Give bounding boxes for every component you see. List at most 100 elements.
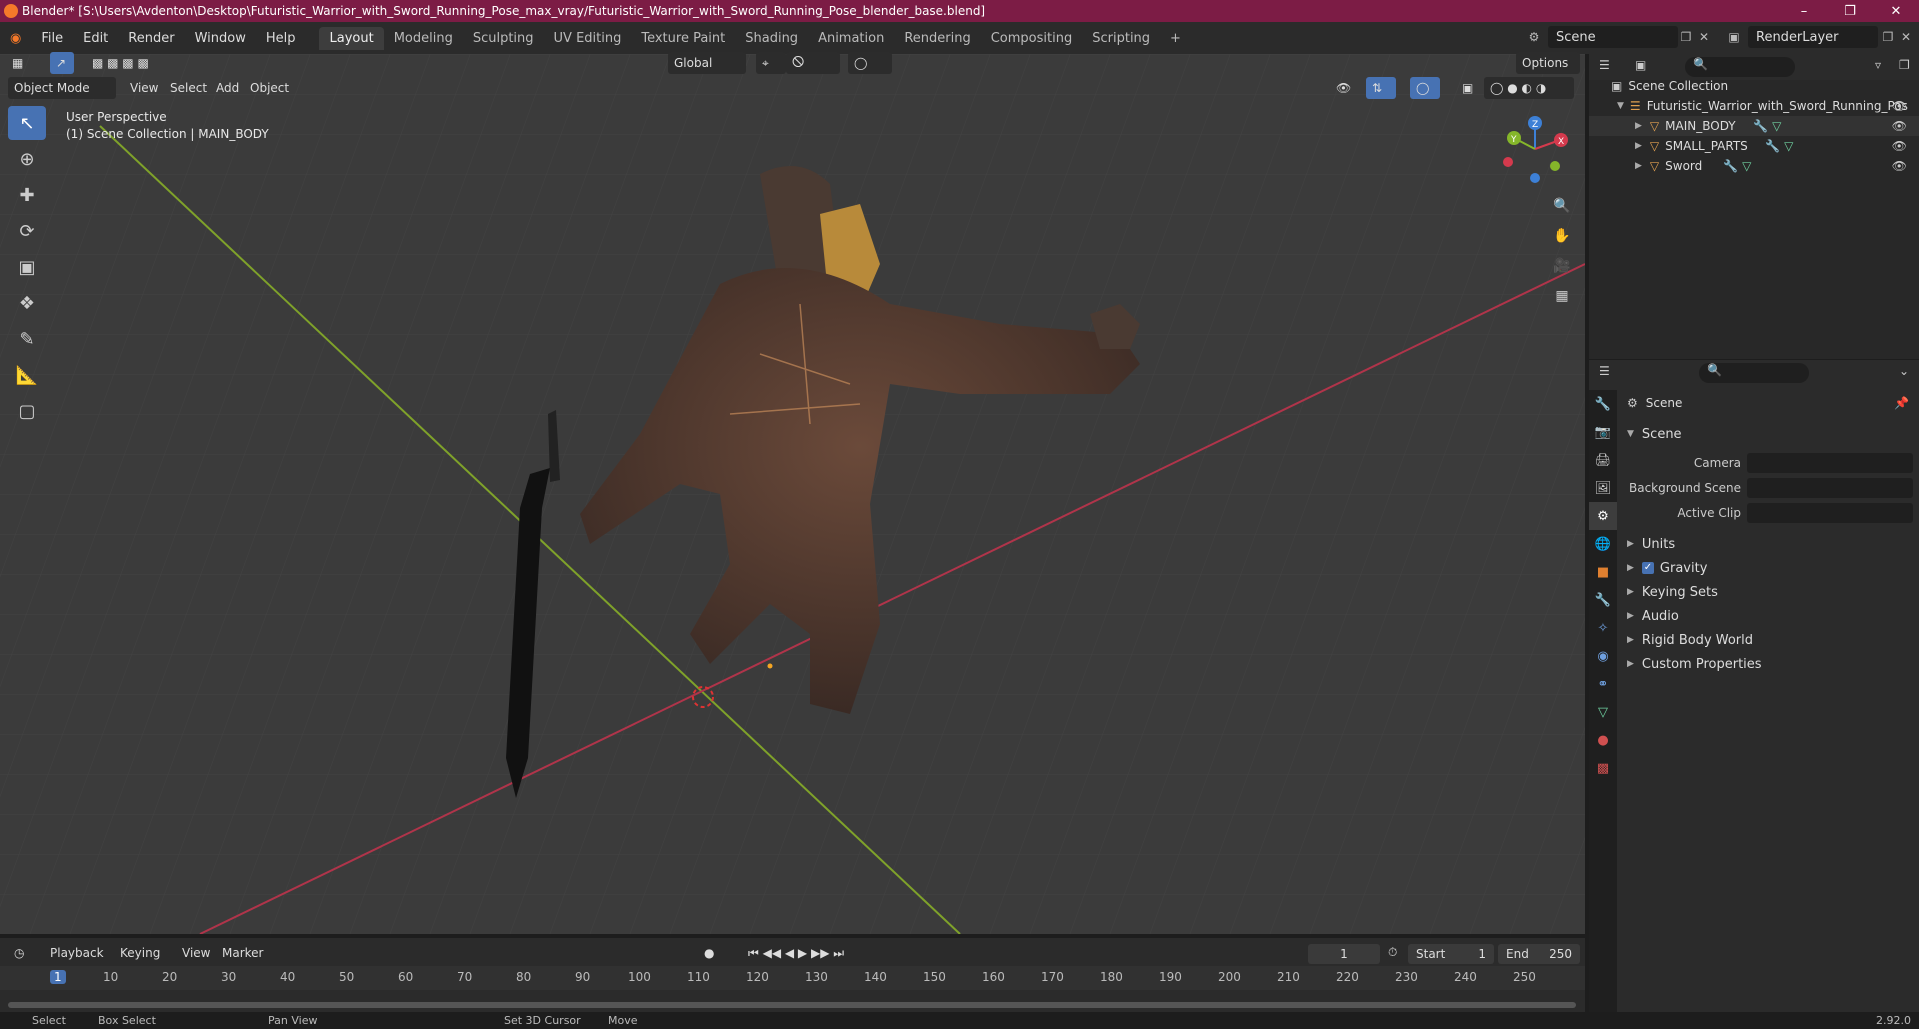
camera-field[interactable] (1747, 453, 1913, 473)
auto-keying-icon[interactable]: ● (698, 942, 728, 964)
new-layer-icon[interactable]: ❐ (1878, 26, 1898, 48)
mesh-data-icon[interactable]: ▽ (1772, 119, 1781, 133)
outliner-object[interactable]: ▶ ▽ MAIN_BODY 🔧 ▽ 👁 (1589, 116, 1919, 136)
properties-options-icon[interactable]: ⌄ (1899, 364, 1909, 378)
audio-panel-header[interactable]: ▶ Audio (1617, 605, 1917, 627)
constraints-tab-icon[interactable]: ⚭ (1589, 670, 1617, 698)
keying-sets-panel-header[interactable]: ▶ Keying Sets (1617, 581, 1917, 603)
tab-layout[interactable]: Layout (319, 26, 384, 50)
rigid-body-panel-header[interactable]: ▶ Rigid Body World (1617, 629, 1917, 651)
delete-layer-icon[interactable]: ✕ (1896, 26, 1916, 48)
zoom-icon[interactable]: 🔍 (1548, 192, 1576, 220)
pin-icon[interactable]: 📌 (1894, 396, 1909, 410)
menu-window[interactable]: Window (185, 22, 256, 54)
scene-panel-header[interactable]: ▼ Scene (1617, 423, 1917, 445)
outliner-editor-type-icon[interactable]: ☰ (1599, 58, 1610, 72)
minimize-icon[interactable]: – (1781, 0, 1827, 22)
gravity-panel-header[interactable]: ▶ ✓ Gravity (1617, 557, 1917, 579)
snap-button[interactable]: 🛇 (786, 52, 840, 74)
transform-tool-icon[interactable]: ❖ (8, 286, 46, 320)
tab-scripting[interactable]: Scripting (1082, 27, 1160, 50)
move-tool-icon[interactable]: ✚ (8, 178, 46, 212)
shading-modes[interactable]: ◯ ● ◐ ◑ (1484, 77, 1574, 99)
editor-type-button[interactable]: ▦ (6, 52, 36, 74)
collapse-icon[interactable]: ▼ (1617, 101, 1624, 111)
modifier-icon[interactable]: 🔧 (1765, 139, 1780, 153)
display-mode-icon[interactable]: ▣ (1635, 58, 1646, 72)
add-cube-tool-icon[interactable]: ▢ (8, 394, 46, 428)
tab-rendering[interactable]: Rendering (894, 27, 980, 50)
options-dropdown[interactable]: Options (1516, 52, 1580, 74)
object-tab-icon[interactable]: ■ (1589, 558, 1617, 586)
playback-controls[interactable]: ⏮ ◀◀ ◀ ▶ ▶▶ ⏭ (742, 942, 862, 964)
mesh-data-icon[interactable]: ▽ (1784, 139, 1793, 153)
3d-viewport[interactable] (0, 54, 1585, 934)
menu-render[interactable]: Render (118, 22, 184, 54)
xray-icon[interactable]: ▣ (1456, 77, 1478, 99)
modifier-tab-icon[interactable]: 🔧 (1589, 586, 1617, 614)
tool-tab-icon[interactable]: 🔧 (1589, 390, 1617, 418)
proportional-edit-button[interactable]: ◯ (848, 52, 892, 74)
blender-menu-icon[interactable]: ◉ (0, 22, 31, 54)
timer-icon[interactable]: ⏱ (1388, 945, 1397, 960)
timeline-scrollbar[interactable] (8, 1002, 1576, 1008)
end-frame-field[interactable]: End 250 (1498, 944, 1580, 964)
outliner-search-input[interactable]: 🔍 (1685, 57, 1795, 77)
timeline-editor-type[interactable]: ◷ (8, 942, 40, 964)
render-layer-selector[interactable]: RenderLayer (1748, 26, 1878, 48)
visibility-eye-icon[interactable]: 👁 (1892, 119, 1907, 133)
scene-type-icon[interactable]: ⚙ (1524, 26, 1544, 48)
visibility-eye-icon[interactable]: 👁 (1892, 99, 1907, 113)
properties-search-input[interactable]: 🔍 (1699, 363, 1809, 383)
tab-uv-editing[interactable]: UV Editing (544, 27, 632, 50)
visibility-icon[interactable]: 👁 (1330, 77, 1360, 99)
background-scene-field[interactable] (1747, 478, 1913, 498)
cursor-tool-icon[interactable]: ⊕ (8, 142, 46, 176)
physics-tab-icon[interactable]: ◉ (1589, 642, 1617, 670)
add-workspace-icon[interactable]: + (1160, 27, 1191, 50)
output-tab-icon[interactable]: 🖨 (1589, 446, 1617, 474)
menu-file[interactable]: File (31, 22, 73, 54)
menu-help[interactable]: Help (256, 22, 306, 54)
gizmo-toggle-icon[interactable]: ⇅ (1366, 77, 1396, 99)
frame-ruler[interactable]: 1 10 20 30 40 50 60 70 80 90 100 110 120… (0, 966, 1585, 990)
tab-shading[interactable]: Shading (735, 27, 808, 50)
scene-tab-icon[interactable]: ⚙ (1589, 502, 1617, 530)
view-layer-icon[interactable]: ▣ (1724, 26, 1744, 48)
data-tab-icon[interactable]: ▽ (1589, 698, 1617, 726)
view-layer-tab-icon[interactable]: 🖼 (1589, 474, 1617, 502)
camera-view-icon[interactable]: 🎥 (1548, 252, 1576, 280)
render-tab-icon[interactable]: 📷 (1589, 418, 1617, 446)
navigation-gizmo[interactable]: Z X Y (1500, 114, 1570, 184)
delete-scene-icon[interactable]: ✕ (1694, 26, 1714, 48)
scene-selector[interactable]: Scene (1548, 26, 1678, 48)
rotate-tool-icon[interactable]: ⟳ (8, 214, 46, 248)
properties-editor-type-icon[interactable]: ☰ (1599, 364, 1610, 378)
timeline-menu-marker[interactable]: Marker (222, 946, 263, 960)
current-frame-field[interactable]: 1 (1308, 944, 1380, 964)
filter-icon[interactable]: ▿ (1875, 58, 1881, 72)
modifier-icon[interactable]: 🔧 (1723, 159, 1738, 173)
overlay-toggle-icon[interactable]: ◯ (1410, 77, 1440, 99)
outliner-object[interactable]: ▶ ▽ Sword 🔧 ▽ 👁 (1589, 156, 1919, 176)
texture-tab-icon[interactable]: ▩ (1589, 754, 1617, 782)
particles-tab-icon[interactable]: ✧ (1589, 614, 1617, 642)
tab-animation[interactable]: Animation (808, 27, 894, 50)
mesh-data-icon[interactable]: ▽ (1742, 159, 1751, 173)
timeline-menu-view[interactable]: View (182, 946, 210, 960)
viewport-menu-add[interactable]: Add (216, 81, 239, 95)
tab-texture-paint[interactable]: Texture Paint (631, 27, 735, 50)
units-panel-header[interactable]: ▶ Units (1617, 533, 1917, 555)
custom-properties-panel-header[interactable]: ▶ Custom Properties (1617, 653, 1917, 675)
expand-icon[interactable]: ▶ (1635, 161, 1642, 171)
object-mode-dropdown[interactable]: Object Mode (8, 77, 116, 99)
select-mode-button[interactable]: ↗ (50, 52, 74, 74)
viewport-menu-object[interactable]: Object (250, 81, 289, 95)
maximize-icon[interactable]: ❐ (1827, 0, 1873, 22)
viewport-menu-select[interactable]: Select (170, 81, 207, 95)
timeline-menu-keying[interactable]: Keying (120, 946, 160, 960)
selection-mode-group[interactable]: ▩ ▩ ▩ ▩ (86, 52, 182, 74)
outliner-object[interactable]: ▶ ▽ SMALL_PARTS 🔧 ▽ 👁 (1589, 136, 1919, 156)
tab-sculpting[interactable]: Sculpting (463, 27, 544, 50)
pan-hand-icon[interactable]: ✋ (1548, 222, 1576, 250)
